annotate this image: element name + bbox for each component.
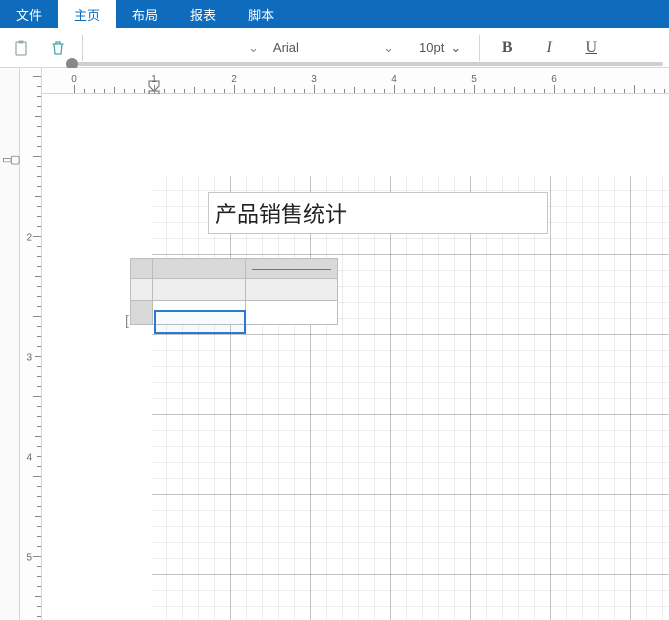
underline-button[interactable]: U	[574, 34, 608, 62]
table-cell[interactable]	[245, 279, 338, 301]
font-family-select[interactable]: ⌄ Arial ⌄	[241, 37, 401, 59]
ruler-number: 4	[391, 74, 397, 85]
menu-report[interactable]: 报表	[174, 0, 232, 28]
ruler-number: 2	[231, 74, 237, 85]
report-table[interactable]	[130, 258, 338, 325]
font-size-select[interactable]: 10pt ⌄	[415, 38, 465, 58]
table-header-row[interactable]	[131, 259, 338, 279]
ruler-number: 5	[471, 74, 477, 85]
font-family-value: Arial	[265, 40, 377, 55]
toolbar: ⌄ Arial ⌄ 10pt ⌄ B I U	[0, 28, 669, 68]
menu-script[interactable]: 脚本	[232, 0, 290, 28]
chevron-down-icon: ⌄	[248, 40, 259, 56]
paste-button[interactable]	[8, 34, 36, 62]
clipboard-icon	[13, 39, 31, 57]
report-title-box[interactable]: 产品销售统计	[208, 192, 548, 234]
font-size-value: 10pt	[419, 40, 444, 55]
table-cell[interactable]	[153, 279, 246, 301]
ruler-number: 1	[151, 74, 157, 85]
ruler-number: 6	[551, 74, 557, 85]
workspace: ▭ ▢ 2 3 4 5 0 1 2 3 4 5 6 产品销售统计	[0, 68, 669, 620]
row-selector-icon[interactable]: [	[125, 312, 129, 328]
table-cell[interactable]	[153, 301, 246, 325]
menu-bar: 文件 主页 布局 报表 脚本	[0, 0, 669, 28]
toolbar-separator	[479, 35, 480, 61]
table-cell[interactable]	[245, 301, 338, 325]
bold-button[interactable]: B	[490, 34, 524, 62]
grid	[152, 176, 669, 620]
ruler-number: 3	[26, 353, 32, 364]
report-title-text: 产品销售统计	[215, 197, 347, 229]
italic-button[interactable]: I	[532, 34, 566, 62]
menu-home[interactable]: 主页	[58, 0, 116, 28]
ruler-number: 3	[311, 74, 317, 85]
ruler-number: 4	[26, 453, 32, 464]
ruler-number: 5	[26, 553, 32, 564]
table-header-cell[interactable]	[245, 259, 338, 279]
table-corner-cell[interactable]	[131, 259, 153, 279]
menu-file[interactable]: 文件	[0, 0, 58, 28]
band-marker-icon: ▢	[10, 153, 20, 166]
design-canvas[interactable]: 产品销售统计	[42, 94, 669, 620]
page	[152, 176, 669, 620]
chevron-down-icon: ⌄	[450, 40, 461, 56]
toolbar-separator	[82, 35, 83, 61]
ruler-number: 0	[71, 74, 77, 85]
table-row[interactable]	[131, 301, 338, 325]
table-header-cell[interactable]	[153, 259, 246, 279]
ruler-number: 2	[26, 233, 32, 244]
horizontal-ruler[interactable]: 0 1 2 3 4 5 6	[42, 68, 669, 94]
toolbar-scrollbar[interactable]	[66, 62, 663, 66]
table-row-header[interactable]	[131, 301, 153, 325]
table-row-header[interactable]	[131, 279, 153, 301]
delete-button[interactable]	[44, 34, 72, 62]
left-band: ▭ ▢	[0, 68, 20, 620]
vertical-ruler[interactable]: 2 3 4 5	[20, 68, 42, 620]
chevron-down-icon: ⌄	[383, 40, 394, 56]
trash-icon	[49, 39, 67, 57]
menu-layout[interactable]: 布局	[116, 0, 174, 28]
table-row[interactable]	[131, 279, 338, 301]
